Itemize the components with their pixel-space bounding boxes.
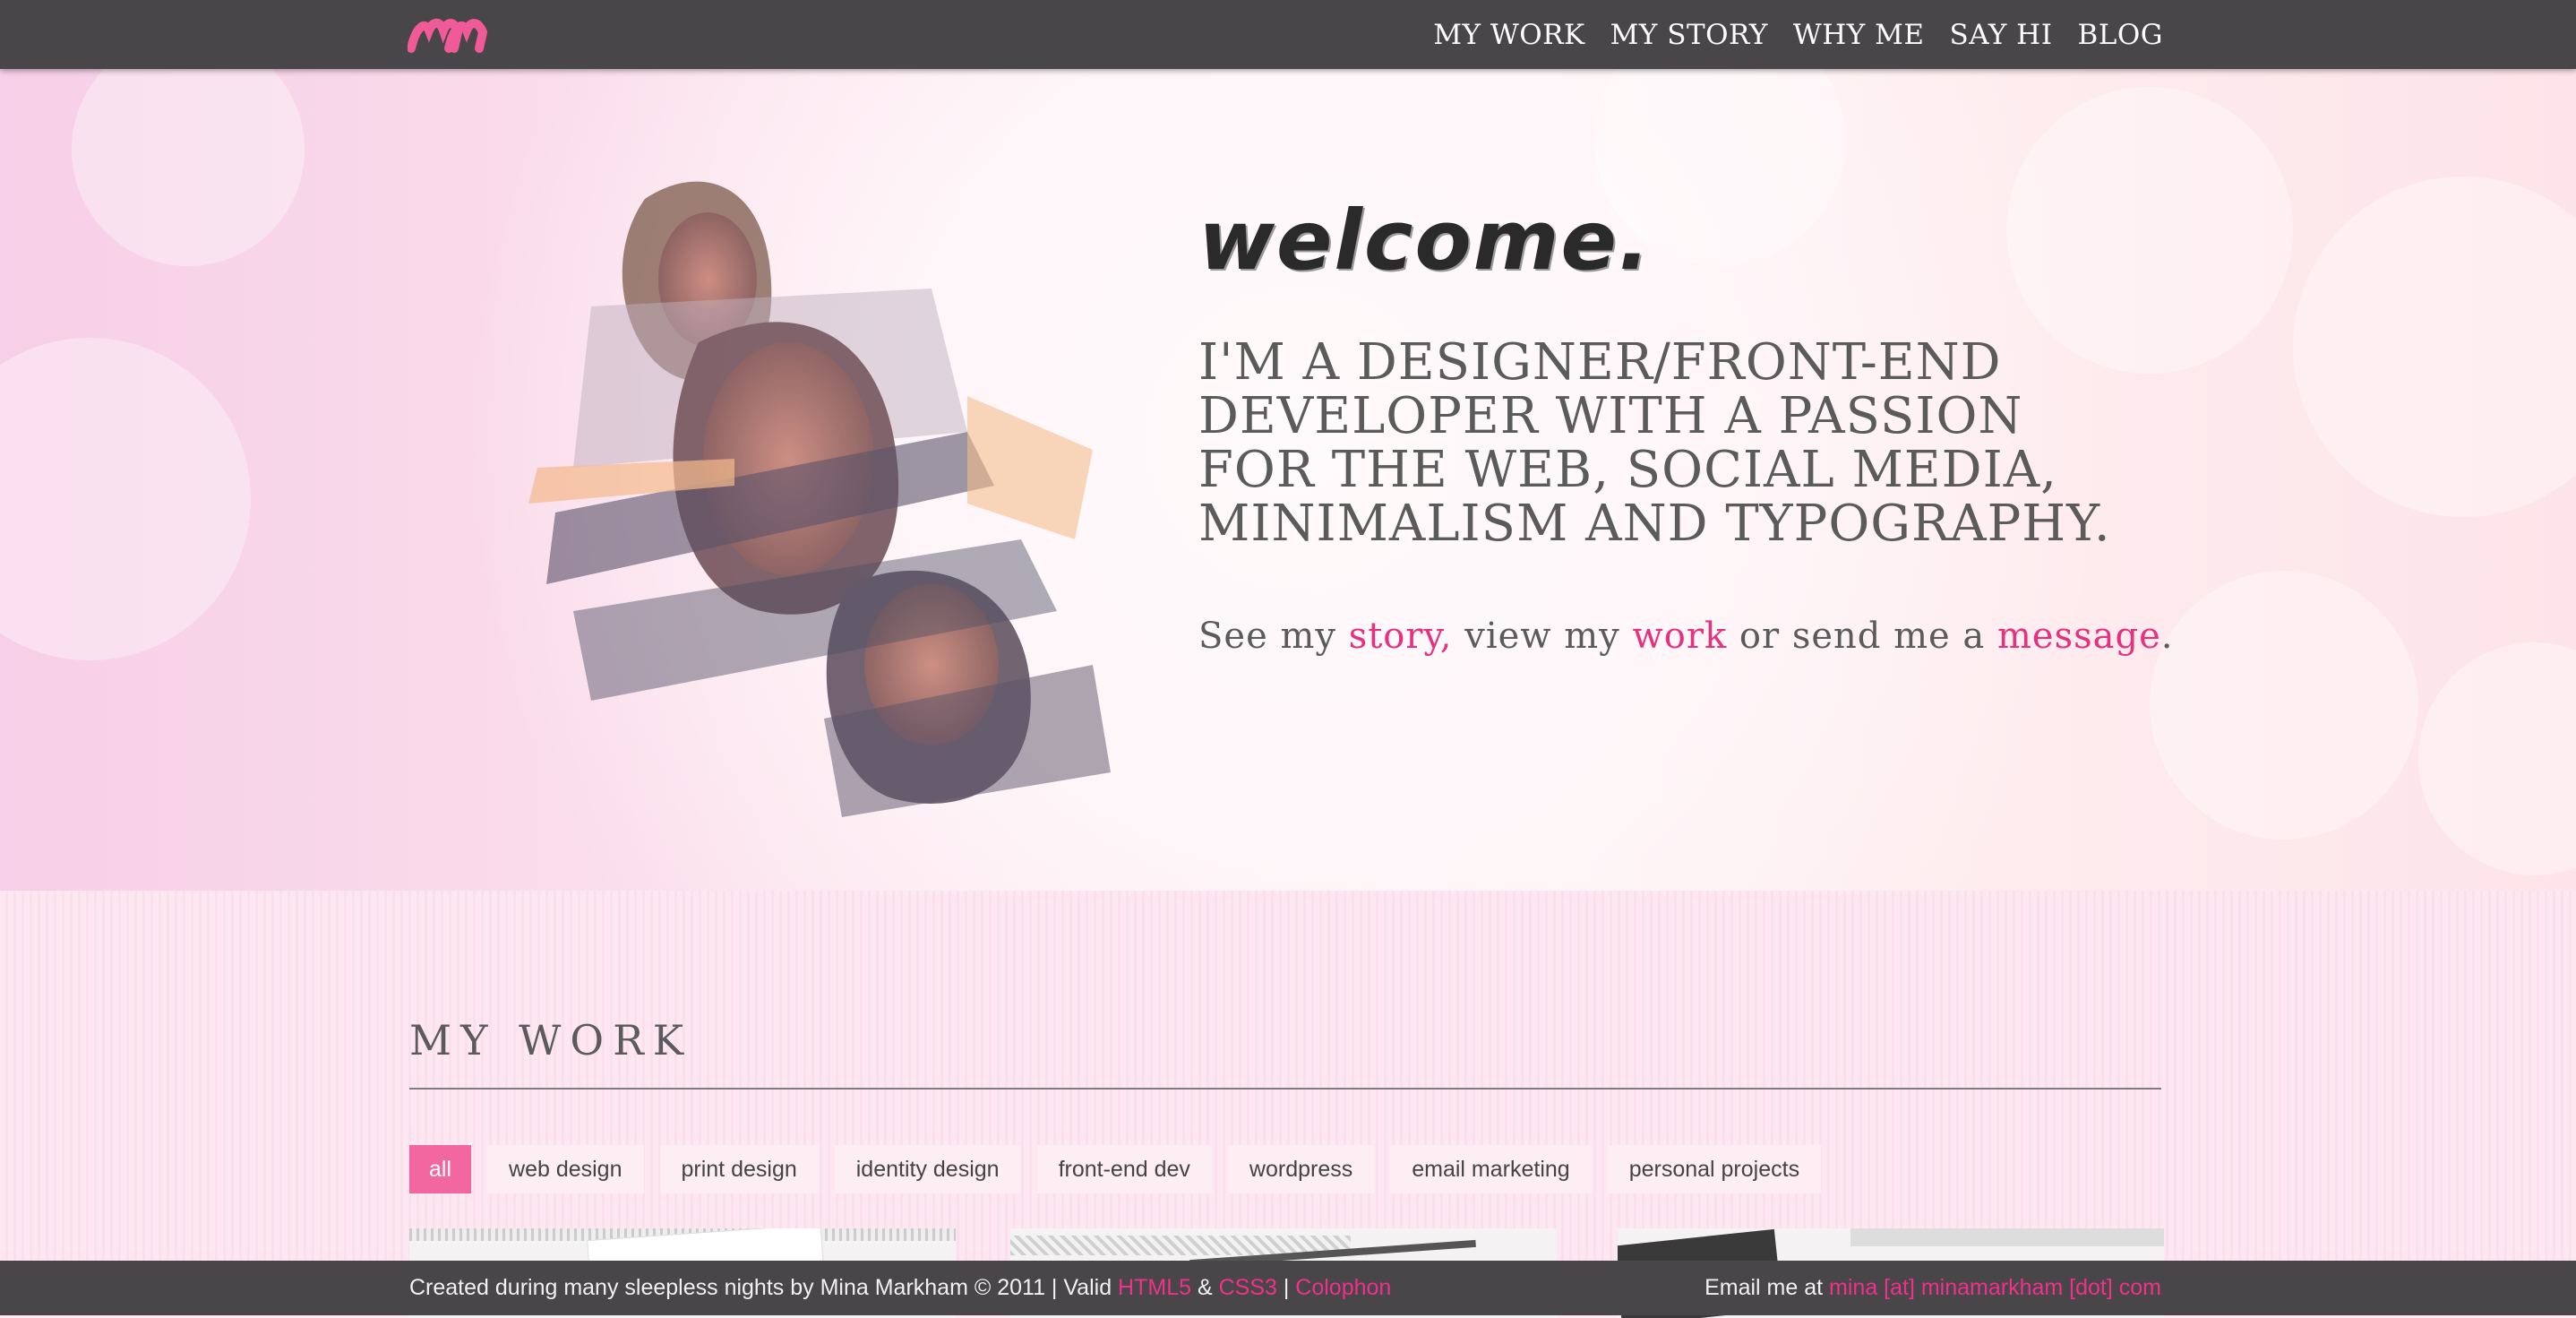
logo-icon[interactable] — [408, 13, 494, 56]
filter-all[interactable]: all — [409, 1145, 472, 1193]
filter-front-end-dev[interactable]: front-end dev — [1036, 1145, 1212, 1193]
filter-wordpress[interactable]: wordpress — [1227, 1145, 1375, 1193]
filter-print-design[interactable]: print design — [659, 1145, 819, 1193]
nav-my-story[interactable]: MY STORY — [1610, 19, 1768, 51]
cta-text: view my — [1452, 616, 1633, 657]
email-label: Email me at — [1704, 1275, 1830, 1300]
main-nav: MY WORK MY STORY WHY ME SAY HI BLOG — [1433, 0, 2163, 69]
message-link[interactable]: message — [1997, 616, 2161, 657]
welcome-heading: welcome. — [1198, 193, 1652, 289]
footer-separator: & — [1191, 1275, 1219, 1300]
nav-say-hi[interactable]: SAY HI — [1949, 19, 2052, 51]
credits-text: Created during many sleepless nights by … — [409, 1275, 1119, 1300]
nav-blog[interactable]: BLOG — [2077, 19, 2163, 51]
divider — [409, 1088, 2161, 1090]
top-nav-bar: MY WORK MY STORY WHY ME SAY HI BLOG — [0, 0, 2576, 69]
filter-web-design[interactable]: web design — [487, 1145, 644, 1193]
bokeh-light — [2418, 642, 2576, 875]
cta-text: or send me a — [1727, 616, 1997, 657]
work-link[interactable]: work — [1633, 616, 1728, 657]
filter-personal-projects[interactable]: personal projects — [1607, 1145, 1822, 1193]
my-work-section: MY WORK all web design print design iden… — [0, 891, 2576, 1318]
css3-link[interactable]: CSS3 — [1219, 1275, 1277, 1300]
footer-credits: Created during many sleepless nights by … — [409, 1261, 1391, 1315]
bokeh-light — [2150, 571, 2418, 840]
cta-text: See my — [1198, 616, 1349, 657]
bokeh-light — [0, 338, 251, 660]
nav-why-me[interactable]: WHY ME — [1793, 19, 1925, 51]
portrait-brush-image — [528, 181, 1111, 817]
filter-bar: all web design print design identity des… — [409, 1145, 1822, 1193]
bokeh-light — [2006, 87, 2293, 374]
cta-text: . — [2160, 616, 2174, 657]
bokeh-light — [2293, 177, 2576, 517]
footer-separator: | — [1276, 1275, 1296, 1300]
nav-my-work[interactable]: MY WORK — [1433, 19, 1584, 51]
filter-identity-design[interactable]: identity design — [834, 1145, 1021, 1193]
footer-contact: Email me at mina [at] minamarkham [dot] … — [1704, 1261, 2161, 1315]
bokeh-light — [72, 69, 305, 266]
story-link[interactable]: story, — [1349, 616, 1453, 657]
html5-link[interactable]: HTML5 — [1118, 1275, 1191, 1300]
footer-bar: Created during many sleepless nights by … — [0, 1261, 2576, 1315]
email-link[interactable]: mina [at] minamarkham [dot] com — [1829, 1275, 2161, 1300]
intro-text: I'M A DESIGNER/FRONT-END DEVELOPER WITH … — [1198, 333, 2111, 553]
section-title: MY WORK — [409, 1016, 693, 1064]
filter-email-marketing[interactable]: email marketing — [1390, 1145, 1592, 1193]
colophon-link[interactable]: Colophon — [1295, 1275, 1391, 1300]
hero-section: welcome. I'M A DESIGNER/FRONT-END DEVELO… — [0, 69, 2576, 891]
call-to-action: See my story, view my work or send me a … — [1198, 616, 2173, 657]
